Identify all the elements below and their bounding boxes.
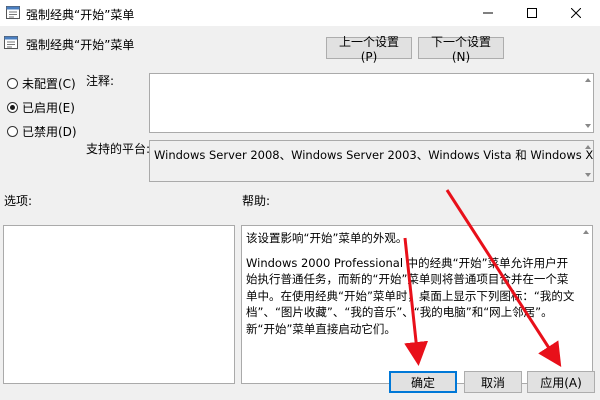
scroll-down-icon[interactable]: [585, 124, 591, 128]
help-panel[interactable]: 该设置影响“开始”菜单的外观。 Windows 2000 Professiona…: [241, 225, 593, 384]
supported-platform-field: Windows Server 2008、Windows Server 2003、…: [149, 140, 594, 182]
options-panel: [3, 225, 235, 384]
radio-circle: [7, 126, 18, 137]
platform-label: 支持的平台:: [86, 142, 151, 156]
radio-label: 未配置(C): [22, 77, 76, 91]
previous-setting-button[interactable]: 上一个设置(P): [326, 35, 412, 64]
scroll-up-icon[interactable]: [583, 230, 589, 234]
policy-setting-icon: [4, 36, 18, 49]
help-paragraph: Windows 2000 Professional 中的经典“开始”菜单允许用户…: [246, 255, 575, 336]
window-title: 强制经典“开始”菜单: [26, 8, 135, 22]
radio-enabled[interactable]: 已启用(E): [7, 99, 75, 116]
comment-textarea[interactable]: [149, 73, 594, 133]
scroll-up-icon[interactable]: [585, 78, 591, 82]
title-bar[interactable]: 强制经典“开始”菜单: [0, 0, 600, 26]
cancel-button[interactable]: 取消: [464, 371, 522, 393]
next-setting-button[interactable]: 下一个设置(N): [418, 35, 504, 64]
ok-button[interactable]: 确定: [389, 371, 457, 393]
dialog-body: 强制经典“开始”菜单 上一个设置(P) 下一个设置(N) 未配置(C) 已启用(…: [0, 26, 600, 400]
close-button[interactable]: [554, 0, 598, 26]
close-icon: [571, 8, 581, 18]
maximize-icon: [527, 8, 537, 18]
help-label: 帮助:: [242, 194, 271, 208]
scroll-down-icon[interactable]: [585, 173, 591, 177]
comment-label: 注释:: [86, 74, 115, 88]
policy-setting-icon: [6, 6, 20, 19]
radio-circle: [7, 78, 18, 89]
radio-disabled[interactable]: 已禁用(D): [7, 123, 77, 140]
platform-value: Windows Server 2008、Windows Server 2003、…: [154, 148, 594, 162]
options-label: 选项:: [4, 194, 33, 208]
radio-circle-selected: [7, 102, 18, 113]
radio-label: 已禁用(D): [22, 125, 77, 139]
help-paragraph: 该设置影响“开始”菜单的外观。: [246, 231, 408, 245]
minimize-button[interactable]: [466, 0, 510, 26]
maximize-button[interactable]: [510, 0, 554, 26]
radio-not-configured[interactable]: 未配置(C): [7, 75, 76, 92]
policy-name: 强制经典“开始”菜单: [26, 38, 135, 52]
apply-button[interactable]: 应用(A): [527, 371, 595, 393]
minimize-icon: [483, 12, 493, 14]
radio-label: 已启用(E): [22, 101, 75, 115]
scroll-up-icon[interactable]: [585, 145, 591, 149]
